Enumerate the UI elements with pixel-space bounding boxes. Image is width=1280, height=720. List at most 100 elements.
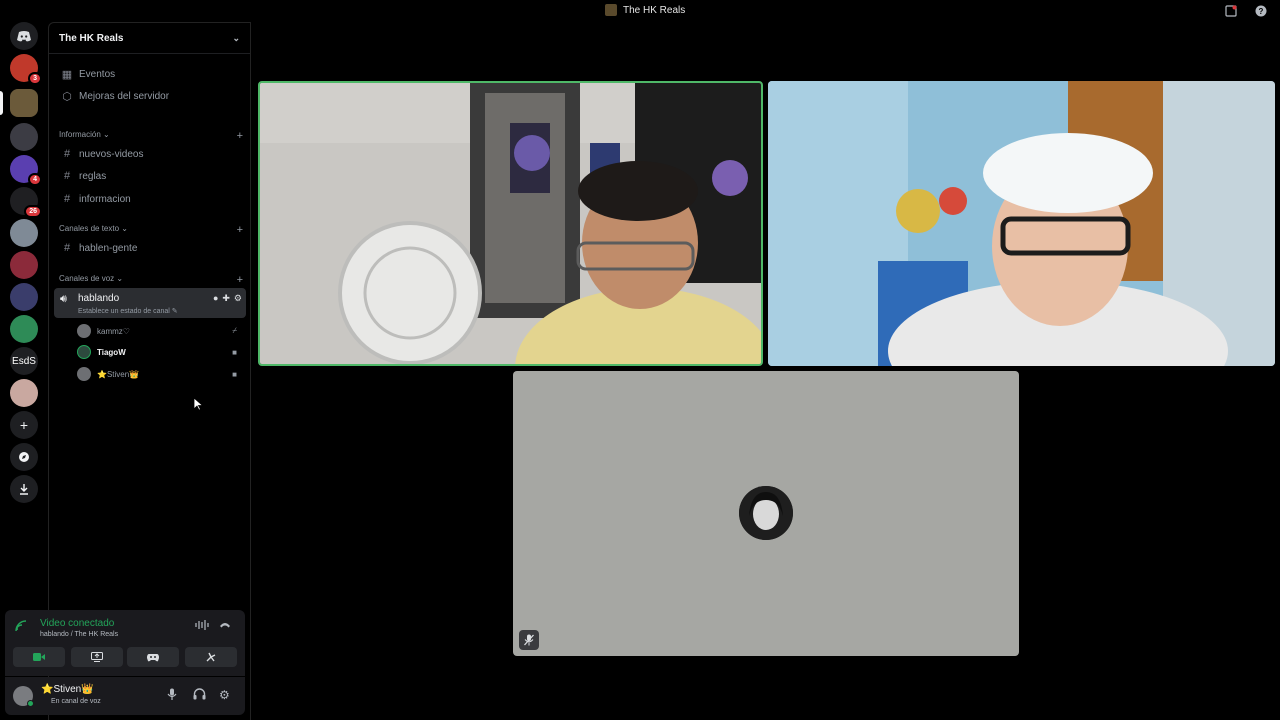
voice-user-tiagow[interactable]: TiagoW ■ xyxy=(77,343,241,361)
window-title-text: The HK Reals xyxy=(623,4,686,16)
avatar xyxy=(739,486,793,540)
soundboard-icon xyxy=(206,652,216,662)
microphone-icon[interactable] xyxy=(167,688,177,704)
camera-icon xyxy=(33,653,45,661)
download-icon[interactable] xyxy=(10,475,38,503)
channel-status[interactable]: Establece un estado de canal ✎ xyxy=(78,307,178,315)
camera-icon: ■ xyxy=(232,347,237,357)
sidebar-item-eventos[interactable]: ▦ Eventos xyxy=(57,64,243,84)
chevron-down-icon: ⌄ xyxy=(232,32,240,43)
screen-share-icon xyxy=(91,652,103,662)
boost-icon: ⬡ xyxy=(62,90,72,103)
server-icon[interactable] xyxy=(10,219,38,247)
user-panel: ⭐Stiven👑 En canal de voz ⚙ xyxy=(5,677,245,715)
channel-informacion[interactable]: # informacion xyxy=(57,189,243,209)
voice-user-stiven[interactable]: ⭐Stiven👑 ■ xyxy=(77,365,241,383)
avatar xyxy=(77,345,91,359)
webcam-feed-image xyxy=(768,81,1275,366)
category-label: Canales de texto xyxy=(59,224,120,233)
video-tile-speaking[interactable] xyxy=(258,81,763,366)
speaker-icon: 🔊︎ xyxy=(60,293,67,305)
calendar-icon: ▦ xyxy=(61,68,73,81)
server-icon[interactable] xyxy=(10,251,38,279)
user-name[interactable]: ⭐Stiven👑 xyxy=(41,684,94,695)
discord-home-icon[interactable] xyxy=(10,22,38,50)
video-tile[interactable] xyxy=(768,81,1275,366)
server-icon[interactable]: 3 xyxy=(10,54,42,85)
server-esds-icon[interactable]: EsdS xyxy=(10,347,38,375)
sidebar-item-mejoras[interactable]: ⬡ Mejoras del servidor xyxy=(57,86,243,106)
camera-button[interactable] xyxy=(13,647,65,667)
sidebar-item-label: Mejoras del servidor xyxy=(79,90,170,102)
hashtag-icon: # xyxy=(63,148,71,160)
server-icon[interactable] xyxy=(10,123,38,151)
discover-icon[interactable] xyxy=(10,443,38,471)
channel-hablen-gente[interactable]: # hablen-gente xyxy=(57,238,243,258)
soundboard-button[interactable] xyxy=(185,647,237,667)
activity-button[interactable] xyxy=(127,647,179,667)
voice-actions: ● ✚ ⚙ xyxy=(213,293,242,304)
add-server-icon[interactable]: + xyxy=(10,411,38,439)
voice-channel-name: hablando xyxy=(78,293,120,304)
disconnect-icon[interactable] xyxy=(219,620,231,632)
category-canales-voz[interactable]: Canales de voz ⌄ + xyxy=(59,274,243,286)
avatar xyxy=(77,324,91,338)
server-icon[interactable] xyxy=(10,379,38,407)
help-icon[interactable]: ? xyxy=(1254,4,1268,18)
mouse-cursor-icon xyxy=(193,397,204,416)
server-icon[interactable]: 4 xyxy=(10,155,42,186)
user-status: En canal de voz xyxy=(51,698,101,705)
category-label: Información xyxy=(59,130,101,139)
signal-icon xyxy=(15,620,27,635)
guild-header[interactable]: The HK Reals ⌄ xyxy=(49,23,250,54)
webcam-feed-image xyxy=(260,83,761,364)
channel-nuevos-videos[interactable]: # nuevos-videos xyxy=(57,144,243,164)
add-channel-icon[interactable]: + xyxy=(237,224,243,236)
unread-badge: 3 xyxy=(28,72,42,85)
window-title: The HK Reals xyxy=(605,4,685,16)
server-hk-reals-icon[interactable] xyxy=(10,89,38,117)
invite-icon[interactable]: ✚ xyxy=(222,293,230,304)
hashtag-icon: # xyxy=(63,193,71,205)
server-icon[interactable]: 26 xyxy=(10,187,42,218)
channel-label: hablen-gente xyxy=(79,242,138,254)
unread-badge: 4 xyxy=(28,173,42,186)
category-label: Canales de voz xyxy=(59,274,115,283)
channel-label: reglas xyxy=(79,170,107,182)
category-informacion[interactable]: Información ⌄ + xyxy=(59,130,243,142)
channel-label: nuevos-videos xyxy=(79,148,144,160)
noise-suppression-icon[interactable] xyxy=(195,620,209,633)
add-channel-icon[interactable]: + xyxy=(237,274,243,286)
guild-name: The HK Reals xyxy=(59,32,124,44)
channel-reglas[interactable]: # reglas xyxy=(57,166,243,186)
hashtag-icon: # xyxy=(63,170,71,182)
channel-status-text: Establece un estado de canal xyxy=(78,308,170,315)
server-icon[interactable] xyxy=(10,315,38,343)
server-icon[interactable] xyxy=(10,283,38,311)
selected-server-pill xyxy=(0,91,3,115)
gear-icon[interactable]: ⚙ xyxy=(234,293,242,304)
voice-status-title: Video conectado xyxy=(40,618,115,629)
headphones-icon[interactable] xyxy=(193,688,206,703)
channel-label: informacion xyxy=(79,193,131,205)
category-canales-texto[interactable]: Canales de texto ⌄ + xyxy=(59,224,243,236)
unread-badge: 26 xyxy=(24,205,42,218)
screen-share-button[interactable] xyxy=(71,647,123,667)
online-status-icon xyxy=(27,700,34,707)
muted-mic-icon xyxy=(519,630,539,650)
svg-text:?: ? xyxy=(1259,7,1264,16)
avatar xyxy=(77,367,91,381)
voice-status-subtitle[interactable]: hablando / The HK Reals xyxy=(40,631,118,638)
voice-user-kammz[interactable]: kammz♡ ⌿ xyxy=(77,322,241,340)
title-bar: The HK Reals ? xyxy=(0,0,1280,22)
add-channel-icon[interactable]: + xyxy=(237,130,243,142)
user-settings-gear-icon[interactable]: ⚙ xyxy=(219,688,230,702)
video-tile-camera-off[interactable] xyxy=(513,371,1019,656)
voice-channel-hablando[interactable]: 🔊︎ hablando Establece un estado de canal… xyxy=(54,288,246,318)
voice-connection-panel: Video conectado hablando / The HK Reals xyxy=(5,610,245,676)
voice-user-name: TiagoW xyxy=(97,347,126,357)
inbox-icon[interactable] xyxy=(1224,4,1238,18)
chat-icon[interactable]: ● xyxy=(213,293,218,304)
deafened-icon: ⌿ xyxy=(232,326,237,335)
activity-icon xyxy=(147,653,159,661)
